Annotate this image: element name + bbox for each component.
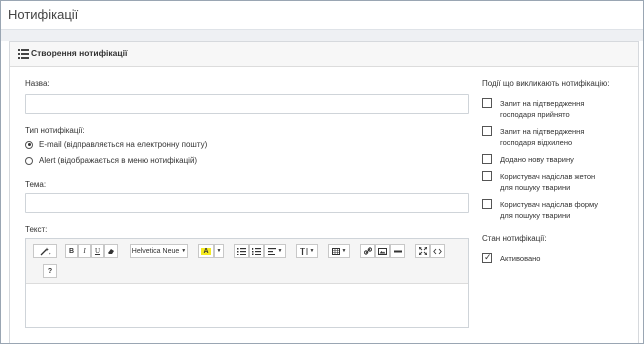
checkbox[interactable] [482, 98, 492, 108]
radio-button[interactable] [25, 156, 33, 165]
eraser-icon [108, 248, 114, 254]
line-height-dropdown[interactable]: ▼ [296, 244, 318, 258]
ordered-list-button[interactable] [249, 244, 264, 258]
font-family-value: Helvetica Neue [131, 247, 180, 255]
subject-label: Тема: [25, 180, 47, 189]
panel-title: Створення нотифікації [31, 48, 128, 58]
radio-email-label: E-mail (відправляється на електронну пош… [39, 140, 208, 149]
style-dropdown[interactable] [33, 244, 57, 258]
caret-down-icon: ▼ [277, 248, 283, 254]
name-label: Назва: [25, 79, 50, 88]
radio-button-selected[interactable] [25, 140, 33, 149]
type-label: Тип нотифікації: [25, 126, 85, 135]
unordered-list-icon [237, 247, 246, 255]
table-dropdown[interactable]: ▼ [328, 244, 350, 258]
font-color-button[interactable]: A [198, 244, 214, 258]
link-icon [363, 247, 372, 255]
editor-content-area[interactable] [26, 284, 468, 327]
checkbox[interactable] [482, 126, 492, 136]
caret-down-icon: ▼ [309, 248, 315, 254]
checkbox[interactable] [482, 199, 492, 209]
bold-button[interactable]: B [65, 244, 78, 258]
radio-alert-label: Alert (відображається в меню нотифікацій… [39, 156, 198, 165]
picture-button[interactable] [375, 244, 390, 258]
underline-button[interactable]: U [91, 244, 104, 258]
window: Нотифікації Створення нотифікації Назва:… [0, 0, 644, 344]
create-notification-panel: Створення нотифікації Назва: Тип нотифік… [9, 41, 639, 343]
rich-text-editor: B I U Helvetica Neue ▼ A ▼ ▼ ▼ ▼ ? [25, 238, 469, 328]
code-view-button[interactable] [430, 244, 445, 258]
event-label: Запит на підтвердження господаря відхилен… [500, 127, 585, 147]
ordered-list-icon [252, 247, 261, 255]
magic-wand-icon [40, 247, 50, 255]
event-label: Користувач надіслав форму для пошуку твар… [500, 200, 599, 220]
event-item-request-accepted[interactable]: Запит на підтвердження господаря прийнято [482, 98, 584, 120]
top-bar: Нотифікації [1, 1, 643, 30]
event-label: Додано нову тварину [500, 155, 574, 164]
eraser-button[interactable] [104, 244, 118, 258]
color-caret-button[interactable]: ▼ [214, 244, 224, 258]
event-item-form-sent[interactable]: Користувач надіслав форму для пошуку твар… [482, 199, 598, 221]
unordered-list-button[interactable] [234, 244, 249, 258]
help-button[interactable]: ? [43, 264, 57, 278]
header-band [1, 30, 643, 41]
event-label: Запит на підтвердження господаря прийнято [500, 99, 585, 119]
radio-email[interactable]: E-mail (відправляється на електронну пош… [25, 140, 207, 149]
text-label: Текст: [25, 225, 48, 234]
event-item-token-sent[interactable]: Користувач надіслав жетон для пошуку твар… [482, 171, 595, 193]
editor-toolbar: B I U Helvetica Neue ▼ A ▼ ▼ ▼ ▼ ? [26, 239, 468, 284]
check-icon: ✓ [484, 252, 492, 262]
subject-input[interactable] [25, 193, 469, 213]
page-title: Нотифікації [8, 7, 79, 22]
picture-icon [378, 247, 387, 255]
horizontal-rule-button[interactable] [390, 244, 405, 258]
text-height-icon [299, 247, 307, 255]
code-icon [433, 248, 442, 254]
paragraph-align-dropdown[interactable]: ▼ [264, 244, 286, 258]
caret-down-icon: ▼ [341, 248, 347, 254]
list-icon [18, 49, 29, 59]
italic-button[interactable]: I [78, 244, 91, 258]
event-item-new-animal[interactable]: Додано нову тварину [482, 154, 574, 165]
event-item-request-rejected[interactable]: Запит на підтвердження господаря відхилен… [482, 126, 584, 148]
fullscreen-icon [418, 247, 427, 255]
align-left-icon [267, 247, 276, 255]
font-color-label: A [201, 247, 211, 255]
status-label: Стан нотифікації: [482, 234, 547, 243]
checkbox-checked[interactable]: ✓ [482, 252, 492, 263]
events-label: Події що викликають нотифікацію: [482, 79, 610, 88]
event-label: Користувач надіслав жетон для пошуку твар… [500, 172, 596, 192]
radio-alert[interactable]: Alert (відображається в меню нотифікацій… [25, 156, 197, 165]
table-icon [331, 247, 340, 255]
name-input[interactable] [25, 94, 469, 114]
caret-down-icon: ▼ [216, 248, 222, 254]
link-button[interactable] [360, 244, 375, 258]
checkbox[interactable] [482, 171, 492, 181]
status-active-label: Активовано [500, 254, 541, 263]
horizontal-rule-icon [393, 250, 402, 252]
font-family-dropdown[interactable]: Helvetica Neue ▼ [130, 244, 188, 258]
checkbox[interactable] [482, 154, 492, 164]
fullscreen-button[interactable] [415, 244, 430, 258]
status-active-item[interactable]: ✓ Активовано [482, 252, 541, 264]
panel-header: Створення нотифікації [10, 42, 638, 67]
caret-down-icon: ▼ [181, 248, 187, 254]
